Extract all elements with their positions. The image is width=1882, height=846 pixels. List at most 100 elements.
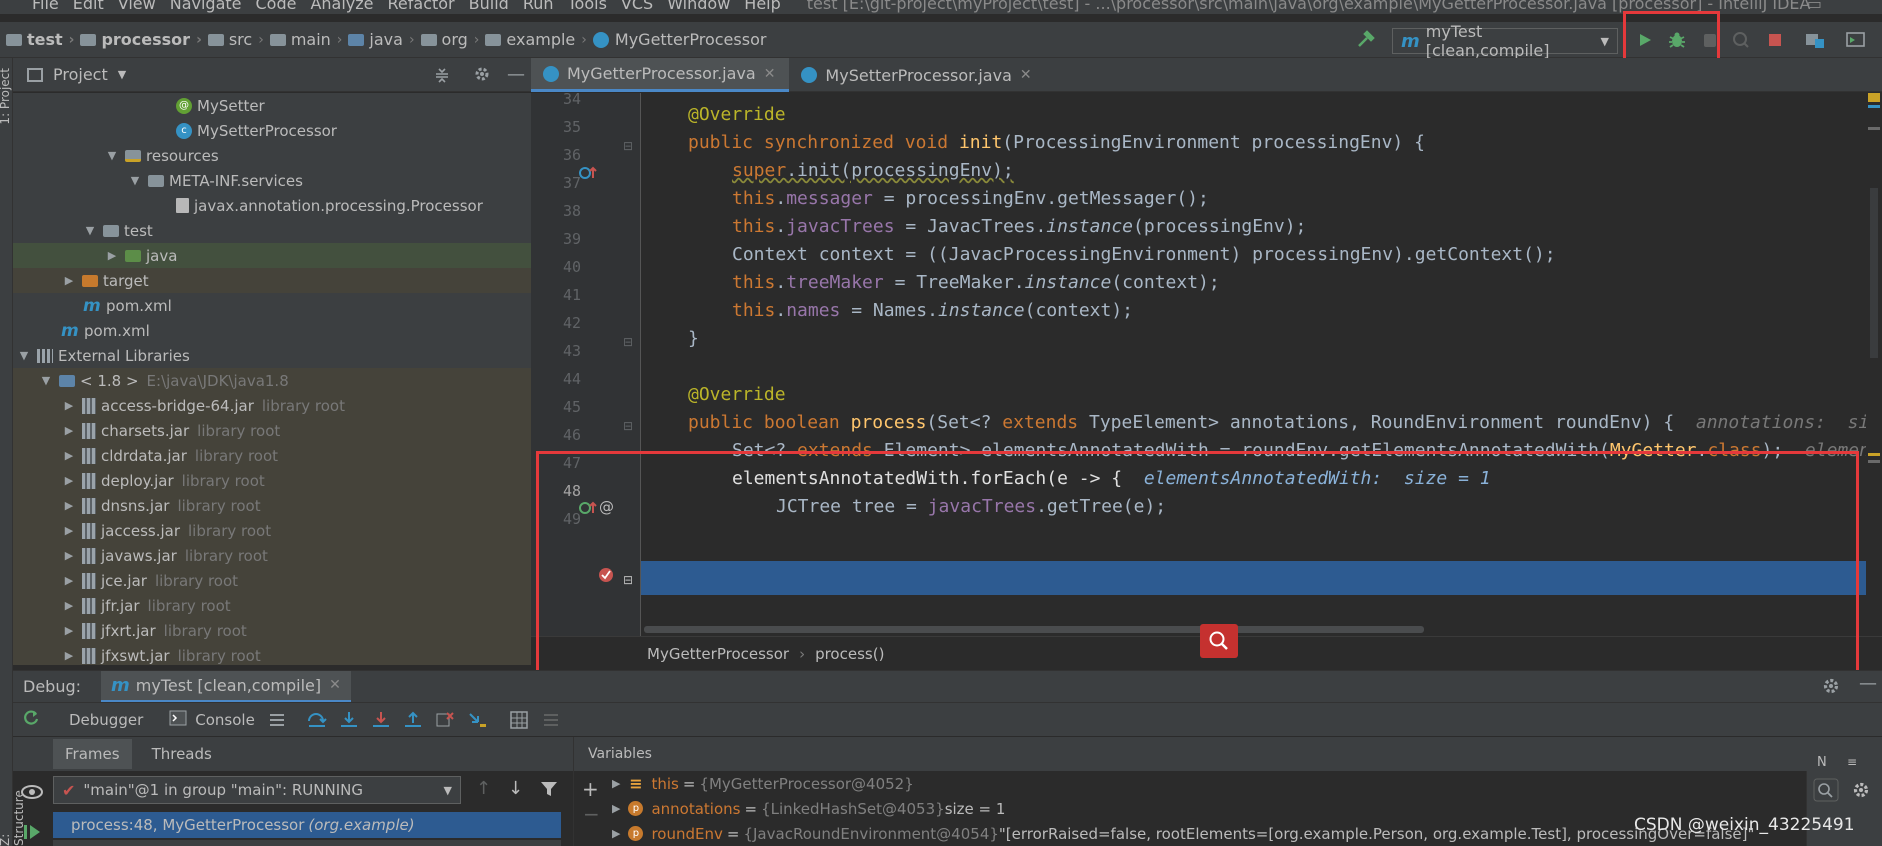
search-icon[interactable]	[1813, 778, 1839, 806]
toggle-presentation-icon[interactable]	[1846, 30, 1866, 50]
variable-row-this[interactable]: ▶ ≡ this = {MyGetterProcessor@4052}	[612, 771, 914, 796]
breadcrumb-main[interactable]: main ›	[269, 30, 342, 49]
rerun-icon[interactable]	[21, 708, 41, 732]
menu-analyze[interactable]: Analyze	[310, 0, 373, 13]
tree-item-jar[interactable]: ▶ jaccess.jar library root	[13, 518, 531, 543]
breadcrumb-src[interactable]: src ›	[207, 30, 264, 49]
thread-selector[interactable]: ✔ "main"@1 in group "main": RUNNING ▼	[53, 776, 461, 804]
tree-item-jar[interactable]: ▶ dnsns.jar library root	[13, 493, 531, 518]
tree-item-jar[interactable]: ▶ jfxswt.jar library root	[13, 643, 531, 665]
collapsed-arrow-icon[interactable]: ▶	[62, 449, 76, 462]
collapse-all-icon[interactable]	[433, 66, 451, 88]
project-view-selector[interactable]: Project ▼	[27, 65, 126, 84]
tab-console[interactable]: Console	[169, 710, 255, 730]
fold-icon[interactable]: ⊟	[623, 139, 633, 153]
menu-code[interactable]: Code	[256, 0, 297, 13]
breadcrumb-class[interactable]: MyGetterProcessor	[592, 30, 766, 49]
collapsed-arrow-icon[interactable]: ▶	[62, 599, 76, 612]
collapsed-arrow-icon[interactable]: ▶	[62, 474, 76, 487]
collapsed-arrow-icon[interactable]: ▶	[62, 399, 76, 412]
expanded-arrow-icon[interactable]: ▼	[83, 224, 97, 237]
profile-icon[interactable]	[1731, 30, 1751, 50]
breadcrumb-java[interactable]: java ›	[348, 30, 415, 49]
menu-window[interactable]: Window	[667, 0, 730, 13]
menu-navigate[interactable]: Navigate	[170, 0, 242, 13]
variable-row-annotations[interactable]: ▶ p annotations = {LinkedHashSet@4053} size …	[612, 796, 1005, 821]
tree-item-jar[interactable]: ▶ access-bridge-64.jar library root	[13, 393, 531, 418]
collapsed-arrow-icon[interactable]: ▶	[62, 624, 76, 637]
menu-file[interactable]: File	[32, 0, 59, 13]
marker[interactable]	[1868, 105, 1880, 108]
stop-icon[interactable]	[1765, 30, 1785, 50]
tree-item-jar[interactable]: ▶ charsets.jar library root	[13, 418, 531, 443]
run-configuration-select[interactable]: m myTest [clean,compile] ▼	[1392, 22, 1618, 60]
arrow-up-icon[interactable]: ↑	[476, 778, 491, 799]
tab-mysetterprocessor[interactable]: MySetterProcessor.java ✕	[789, 58, 1045, 92]
marker[interactable]	[1868, 460, 1880, 463]
collapsed-arrow-icon[interactable]: ▶	[62, 549, 76, 562]
breadcrumb-test[interactable]: test ›	[6, 30, 74, 49]
breadcrumb-org[interactable]: org ›	[420, 30, 479, 49]
window-restore-icon[interactable]: ▭	[1807, 0, 1822, 13]
menu-edit[interactable]: Edit	[73, 0, 104, 13]
tree-item-jar[interactable]: ▶ jce.jar library root	[13, 568, 531, 593]
menu-view[interactable]: View	[118, 0, 156, 13]
expanded-arrow-icon[interactable]: ▼	[128, 174, 142, 187]
step-into-icon[interactable]	[339, 710, 359, 730]
tree-item-jar[interactable]: ▶ deploy.jar library root	[13, 468, 531, 493]
menu-run[interactable]: Run	[523, 0, 554, 13]
menu-tools[interactable]: Tools	[568, 0, 607, 13]
close-icon[interactable]: ✕	[764, 66, 776, 82]
tree-item-jar[interactable]: ▶ cldrdata.jar library root	[13, 443, 531, 468]
close-icon[interactable]: ✕	[1020, 67, 1032, 83]
menu-build[interactable]: Build	[469, 0, 509, 13]
tree-item-mysetter[interactable]: @ MySetter	[13, 93, 531, 118]
layout-icon[interactable]: ≡	[1847, 755, 1857, 769]
collapsed-arrow-icon[interactable]: ▶	[62, 274, 76, 287]
tree-item-external-libraries[interactable]: ▼ External Libraries	[13, 343, 531, 368]
project-tool-tab[interactable]: 1: Project	[0, 68, 12, 125]
collapsed-arrow-icon[interactable]: ▶	[612, 827, 620, 840]
run-to-cursor-icon[interactable]	[467, 710, 487, 730]
gear-icon[interactable]	[1851, 780, 1871, 804]
menu-help[interactable]: Help	[744, 0, 780, 13]
tree-item-jar[interactable]: ▶ javaws.jar library root	[13, 543, 531, 568]
evaluate-expression-icon[interactable]	[509, 710, 529, 730]
expanded-arrow-icon[interactable]: ▼	[105, 149, 119, 162]
tree-item-meta-inf[interactable]: ▼ META-INF.services	[13, 168, 531, 193]
fold-icon[interactable]: ⊟	[623, 335, 633, 349]
tree-item-test[interactable]: ▼ test	[13, 218, 531, 243]
step-over-icon[interactable]	[307, 710, 327, 730]
step-out-icon[interactable]	[403, 710, 423, 730]
minimize-icon[interactable]: —	[1859, 673, 1877, 694]
resume-program-icon[interactable]	[22, 822, 42, 846]
tree-item-mysetterprocessor[interactable]: c MySetterProcessor	[13, 118, 531, 143]
drop-frame-icon[interactable]	[435, 710, 455, 730]
project-structure-icon[interactable]	[1805, 30, 1825, 50]
tree-item-target[interactable]: ▶ target	[13, 268, 531, 293]
expanded-arrow-icon[interactable]: ▼	[39, 374, 53, 387]
tree-item-jar[interactable]: ▶ jfr.jar library root	[13, 593, 531, 618]
expanded-arrow-icon[interactable]: ▼	[17, 349, 31, 362]
tree-item-processor-file[interactable]: javax.annotation.processing.Processor	[13, 193, 531, 218]
collapsed-arrow-icon[interactable]: ▶	[105, 249, 119, 262]
collapsed-arrow-icon[interactable]: ▶	[62, 424, 76, 437]
tab-threads[interactable]: Threads	[140, 739, 224, 769]
collapsed-arrow-icon[interactable]: ▶	[612, 777, 620, 790]
variable-row-roundenv[interactable]: ▶ p roundEnv = {JavacRoundEnvironment@4054} …	[612, 821, 1754, 846]
add-watch-icon[interactable]: +	[582, 777, 599, 801]
tab-mygetterprocessor[interactable]: MyGetterProcessor.java ✕	[531, 58, 790, 92]
tree-item-pom-module[interactable]: m pom.xml	[13, 293, 531, 318]
collapsed-arrow-icon[interactable]: ▶	[62, 649, 76, 662]
collapsed-arrow-icon[interactable]: ▶	[612, 802, 620, 815]
trace-icon[interactable]	[541, 710, 561, 730]
tab-frames[interactable]: Frames	[53, 739, 132, 769]
gear-icon[interactable]	[1821, 676, 1841, 700]
collapsed-arrow-icon[interactable]: ▶	[62, 574, 76, 587]
breadcrumb-processor[interactable]: processor ›	[80, 30, 202, 49]
close-icon[interactable]: ✕	[329, 677, 341, 693]
show-execution-point-icon[interactable]	[267, 710, 287, 730]
breadcrumb-example[interactable]: example ›	[485, 30, 587, 49]
tree-item-jdk[interactable]: ▼ < 1.8 > E:\java\JDK\java1.8	[13, 368, 531, 393]
force-step-into-icon[interactable]	[371, 710, 391, 730]
